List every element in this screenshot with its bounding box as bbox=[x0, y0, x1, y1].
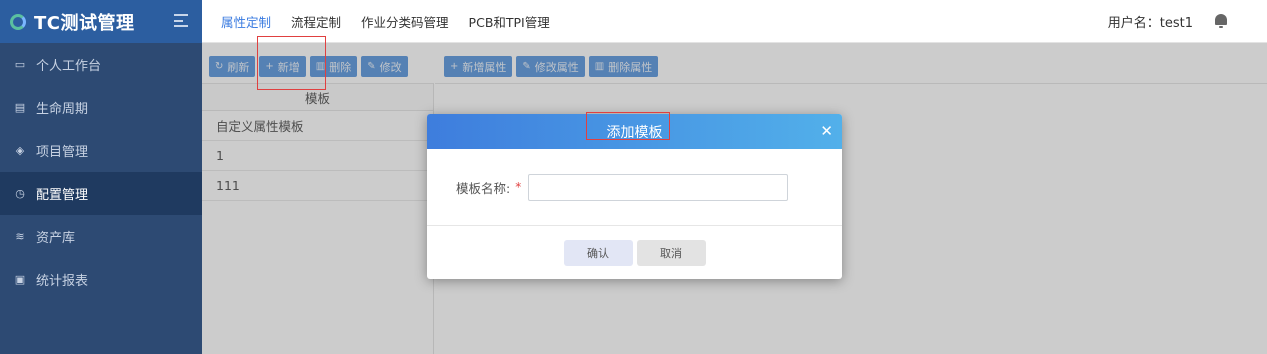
sidebar-item-config[interactable]: ◷ 配置管理 bbox=[0, 172, 202, 215]
sidebar-header: TC测试管理 bbox=[0, 0, 202, 43]
sidebar-nav: ▭ 个人工作台 ▤ 生命周期 ◈ 项目管理 ◷ 配置管理 ≋ 资产库 ▣ 统计报… bbox=[0, 43, 202, 301]
sidebar-item-assets[interactable]: ≋ 资产库 bbox=[0, 215, 202, 258]
logo-icon bbox=[10, 13, 26, 30]
template-name-input[interactable] bbox=[528, 173, 789, 201]
top-bar: 属性定制 流程定制 作业分类码管理 PCB和TPI管理 用户名：test1 bbox=[202, 0, 1267, 43]
required-mark: * bbox=[515, 180, 522, 194]
template-name-label: 模板名称: bbox=[456, 180, 511, 196]
sidebar-item-label: 个人工作台 bbox=[36, 59, 102, 74]
sidebar-item-label: 项目管理 bbox=[36, 145, 89, 160]
app-title: TC测试管理 bbox=[34, 12, 135, 34]
clipboard-icon: ▤ bbox=[14, 100, 26, 114]
clock-icon: ◷ bbox=[15, 186, 25, 200]
bell-icon[interactable] bbox=[1215, 14, 1227, 28]
sidebar-item-label: 资产库 bbox=[36, 231, 76, 246]
sidebar-item-label: 统计报表 bbox=[36, 274, 89, 289]
layers-icon: ◈ bbox=[15, 143, 25, 157]
app: TC测试管理 ▭ 个人工作台 ▤ 生命周期 ◈ 项目管理 ◷ 配置管理 ≋ 资产 bbox=[0, 0, 1267, 354]
sidebar-item-workbench[interactable]: ▭ 个人工作台 bbox=[0, 43, 202, 86]
dialog-body: 模板名称: * bbox=[427, 149, 842, 226]
add-template-dialog: 添加模板 ✕ 模板名称: * 确认 取消 bbox=[427, 114, 842, 279]
cancel-button[interactable]: 取消 bbox=[636, 239, 706, 266]
sidebar-item-label: 配置管理 bbox=[36, 188, 89, 203]
dialog-title: 添加模板 bbox=[606, 124, 663, 141]
sidebar-item-lifecycle[interactable]: ▤ 生命周期 bbox=[0, 86, 202, 129]
sidebar-item-label: 生命周期 bbox=[36, 102, 89, 117]
collapse-menu-icon[interactable] bbox=[174, 14, 188, 27]
report-icon: ▣ bbox=[14, 272, 26, 286]
dialog-header: 添加模板 ✕ bbox=[427, 114, 842, 149]
tab-job-code[interactable]: 作业分类码管理 bbox=[361, 12, 449, 31]
user-area: 用户名：test1 bbox=[1108, 12, 1227, 31]
sidebar: TC测试管理 ▭ 个人工作台 ▤ 生命周期 ◈ 项目管理 ◷ 配置管理 ≋ 资产 bbox=[0, 0, 202, 354]
close-icon[interactable]: ✕ bbox=[820, 124, 833, 139]
tab-process-custom[interactable]: 流程定制 bbox=[291, 12, 341, 31]
sidebar-item-project[interactable]: ◈ 项目管理 bbox=[0, 129, 202, 172]
username-label: 用户名：test1 bbox=[1107, 15, 1193, 31]
sidebar-item-reports[interactable]: ▣ 统计报表 bbox=[0, 258, 202, 301]
tab-attribute-custom[interactable]: 属性定制 bbox=[221, 12, 271, 31]
tab-pcb-tpi[interactable]: PCB和TPI管理 bbox=[469, 12, 550, 31]
database-icon: ≋ bbox=[15, 229, 25, 243]
dialog-footer: 确认 取消 bbox=[427, 226, 842, 279]
monitor-icon: ▭ bbox=[14, 57, 26, 71]
confirm-button[interactable]: 确认 bbox=[563, 239, 633, 266]
